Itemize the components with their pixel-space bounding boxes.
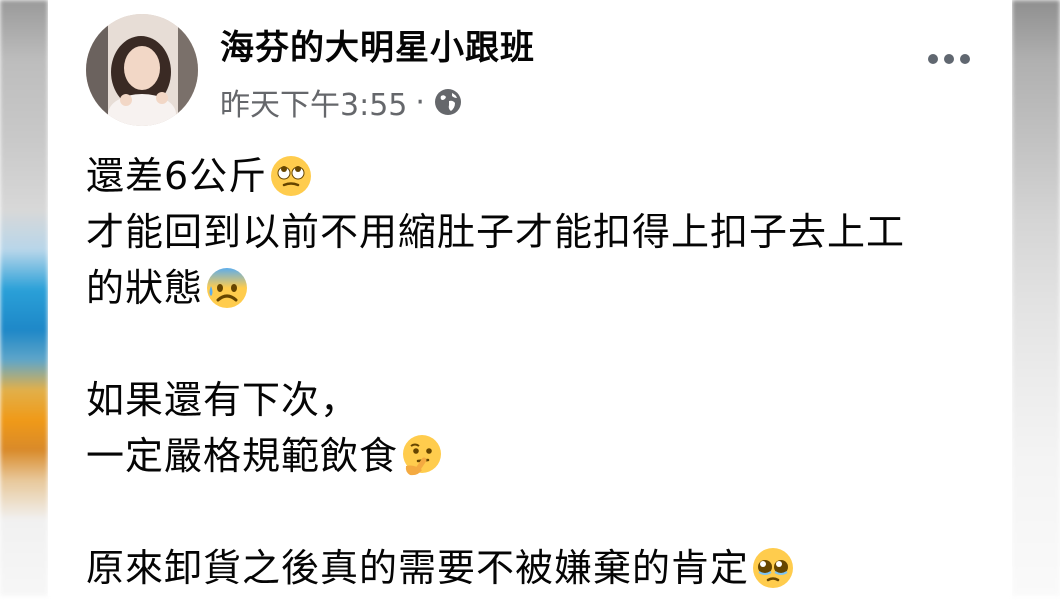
post-line: 一定嚴格規範飲食 (86, 428, 986, 484)
meta-separator: · (415, 84, 425, 120)
post-line: 的狀態 (86, 260, 986, 316)
post-timestamp[interactable]: 昨天下午3:55 (220, 80, 407, 124)
author-name[interactable]: 海芬的大明星小跟班 (220, 20, 535, 69)
post-line-text: 原來卸貨之後真的需要不被嫌棄的肯定 (86, 546, 750, 590)
post-body: 還差6公斤 才能回到以前不用縮肚子才能扣得上扣子去上工 的狀態 如果還有下次， … (86, 148, 986, 596)
post-line-blank (86, 316, 986, 372)
post-line: 原來卸貨之後真的需要不被嫌棄的肯定 (86, 540, 986, 596)
post-line: 如果還有下次， (86, 372, 986, 428)
background-left-strip (0, 0, 48, 596)
post-meta: 昨天下午3:55 · (220, 80, 463, 124)
post-line-blank (86, 484, 986, 540)
post-line-text: 還差6公斤 (86, 154, 268, 198)
post-line: 才能回到以前不用縮肚子才能扣得上扣子去上工 (86, 204, 986, 260)
post-line-text: 才能回到以前不用縮肚子才能扣得上扣子去上工 (86, 210, 906, 254)
post-line-text: 一定嚴格規範飲食 (86, 434, 399, 478)
post-line-text: 如果還有下次， (86, 378, 360, 422)
post-line: 還差6公斤 (86, 148, 986, 204)
facebook-post: 海芬的大明星小跟班 昨天下午3:55 · 還差6公斤 才能回到以前不用縮肚子才能… (48, 0, 1012, 596)
dot (944, 54, 954, 64)
anxious-sweat-emoji-icon (205, 266, 249, 310)
dot (960, 54, 970, 64)
post-line-text: 的狀態 (86, 266, 204, 310)
rolling-eyes-emoji-icon (269, 154, 313, 198)
more-options-icon[interactable] (928, 54, 970, 64)
dot (928, 54, 938, 64)
author-avatar[interactable] (86, 14, 198, 126)
background-right-strip (1012, 0, 1060, 596)
pleading-emoji-icon (751, 546, 795, 590)
globe-icon[interactable] (433, 87, 463, 117)
thinking-emoji-icon (400, 434, 444, 478)
